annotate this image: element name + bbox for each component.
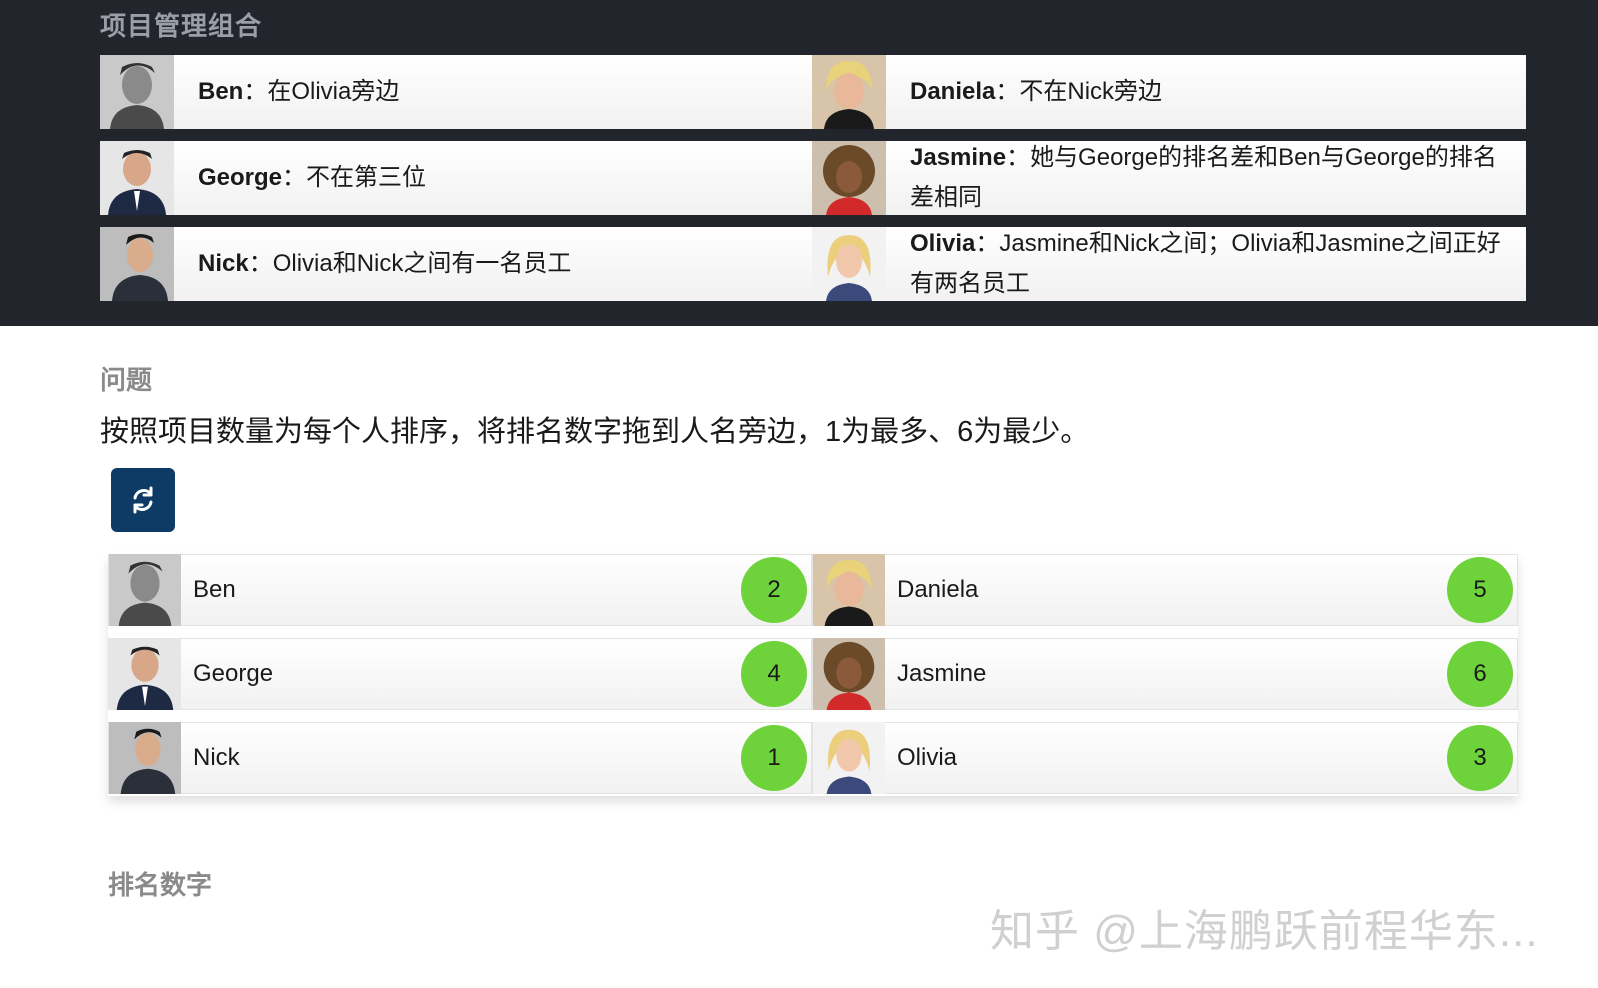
avatar-jasmine xyxy=(813,638,885,710)
answer-name: Olivia xyxy=(897,744,958,771)
clues-panel: 项目管理组合 Ben：在Olivia旁边 Daniela：不在Nick旁边 Ge… xyxy=(0,0,1598,326)
answer-slot-olivia[interactable]: Olivia 3 xyxy=(812,722,1518,794)
rank-badge[interactable]: 1 xyxy=(741,725,807,791)
clue-text: Olivia：Jasmine和Nick之间；Olivia和Jasmine之间正好… xyxy=(910,230,1501,297)
clue-card-nick: Nick：Olivia和Nick之间有一名员工 xyxy=(100,227,812,301)
avatar-ben xyxy=(109,554,181,626)
answer-slot-george[interactable]: George 4 xyxy=(108,638,812,710)
avatar-nick xyxy=(109,722,181,794)
clue-text: Jasmine：她与George的排名差和Ben与George的排名差相同 xyxy=(910,144,1497,211)
answer-slot-ben[interactable]: Ben 2 xyxy=(108,554,812,626)
rank-numbers-title: 排名数字 xyxy=(108,870,213,900)
clue-text: George：不在第三位 xyxy=(198,164,427,191)
avatar-jasmine xyxy=(812,141,886,215)
avatar-ben xyxy=(100,55,174,129)
question-text: 按照项目数量为每个人排序，将排名数字拖到人名旁边，1为最多、6为最少。 xyxy=(100,416,1090,448)
clue-grid: Ben：在Olivia旁边 Daniela：不在Nick旁边 George：不在… xyxy=(100,55,1526,313)
avatar-olivia xyxy=(813,722,885,794)
clue-text: Daniela：不在Nick旁边 xyxy=(910,78,1163,105)
avatar-olivia xyxy=(812,227,886,301)
avatar-george xyxy=(100,141,174,215)
answer-name: Daniela xyxy=(897,576,979,603)
avatar-george xyxy=(109,638,181,710)
clue-card-george: George：不在第三位 xyxy=(100,141,812,215)
clue-card-jasmine: Jasmine：她与George的排名差和Ben与George的排名差相同 xyxy=(812,141,1526,215)
section-title: 项目管理组合 xyxy=(100,11,263,41)
answer-slot-nick[interactable]: Nick 1 xyxy=(108,722,812,794)
avatar-daniela xyxy=(813,554,885,626)
avatar-nick xyxy=(100,227,174,301)
reset-button[interactable] xyxy=(111,468,175,532)
rank-badge[interactable]: 3 xyxy=(1447,725,1513,791)
clue-card-ben: Ben：在Olivia旁边 xyxy=(100,55,812,129)
question-title: 问题 xyxy=(100,365,153,395)
answer-slot-jasmine[interactable]: Jasmine 6 xyxy=(812,638,1518,710)
clue-card-olivia: Olivia：Jasmine和Nick之间；Olivia和Jasmine之间正好… xyxy=(812,227,1526,301)
answer-name: Jasmine xyxy=(897,660,987,687)
rank-badge[interactable]: 5 xyxy=(1447,557,1513,623)
answer-name: Nick xyxy=(193,744,240,771)
answer-slot-daniela[interactable]: Daniela 5 xyxy=(812,554,1518,626)
clue-text: Ben：在Olivia旁边 xyxy=(198,78,400,105)
rank-badge[interactable]: 2 xyxy=(741,557,807,623)
clue-card-daniela: Daniela：不在Nick旁边 xyxy=(812,55,1526,129)
answer-name: George xyxy=(193,660,274,687)
watermark: 知乎 @上海鹏跃前程华东... xyxy=(990,907,1539,956)
answer-grid: Ben 2 Daniela 5 George 4 Jasmine 6 Nick … xyxy=(108,554,1518,796)
refresh-icon xyxy=(133,486,153,514)
avatar-daniela xyxy=(812,55,886,129)
answer-name: Ben xyxy=(193,576,236,603)
clue-text: Nick：Olivia和Nick之间有一名员工 xyxy=(198,250,572,277)
rank-badge[interactable]: 4 xyxy=(741,641,807,707)
rank-badge[interactable]: 6 xyxy=(1447,641,1513,707)
